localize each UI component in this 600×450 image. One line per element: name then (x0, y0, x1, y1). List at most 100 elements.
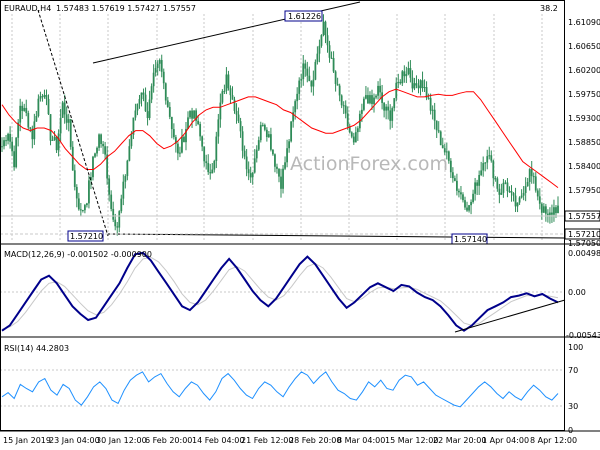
candle-body (88, 180, 90, 204)
candle-body (453, 178, 456, 181)
candle-body (41, 96, 44, 98)
candle-body (352, 136, 355, 143)
macd-tick: -0.005439 (566, 331, 600, 340)
candle-body (470, 201, 472, 206)
candle-body (146, 111, 149, 119)
candle-body (112, 208, 115, 220)
candle-body (207, 163, 210, 173)
candle-body (449, 160, 452, 173)
low-right-label: 1.57140 (454, 235, 487, 244)
candle-body (71, 146, 74, 171)
candle-body (13, 151, 16, 168)
candle-body (460, 192, 462, 195)
candle-body (462, 194, 464, 201)
price-axis: 1.61090 1.60650 1.60200 1.59750 1.59300 … (564, 18, 600, 248)
candle-body (496, 178, 499, 189)
candle-body (336, 83, 339, 86)
candle-body (276, 166, 278, 169)
candle-body (330, 57, 333, 59)
price-tick: 1.58850 (568, 138, 600, 147)
time-tick: 23 Jan 04:00 (49, 436, 100, 445)
candle-body (417, 85, 420, 89)
candle-body (468, 205, 470, 211)
time-axis: 15 Jan 2019 23 Jan 04:00 30 Jan 12:00 6 … (3, 436, 577, 445)
candle-body (168, 106, 171, 117)
candle-body (458, 190, 460, 193)
candle-body (142, 92, 145, 95)
candle-body (294, 101, 297, 113)
candle-body (243, 150, 246, 157)
candle-body (280, 176, 282, 189)
candle-body (447, 151, 450, 161)
candle-body (522, 192, 525, 196)
candle-body (498, 188, 501, 195)
candle-body (92, 156, 94, 178)
candle-body (409, 68, 412, 78)
candle-body (534, 176, 537, 191)
candle-body (435, 120, 438, 131)
candle-body (439, 131, 442, 146)
candle-body (83, 205, 86, 211)
candle-body (189, 110, 191, 118)
candle-body (385, 106, 388, 111)
candle-body (213, 160, 216, 170)
candle-body (156, 63, 159, 69)
rsi-tick: 70 (568, 366, 578, 375)
candle-body (211, 169, 214, 174)
candle-body (122, 181, 125, 199)
candle-body (158, 60, 161, 64)
candle-body (144, 94, 147, 112)
candle-body (231, 95, 234, 100)
candle-body (354, 132, 357, 143)
candle-body (474, 182, 477, 194)
candle-body (11, 141, 14, 152)
candle-body (193, 110, 195, 119)
candle-body (136, 103, 139, 111)
candle-body (290, 121, 293, 142)
candle-body (405, 74, 408, 77)
ohlc-values: 1.57483 1.57619 1.57427 1.57557 (56, 4, 196, 13)
low-left-label: 1.57210 (70, 232, 103, 241)
candle-body (506, 182, 509, 192)
candle-body (510, 191, 513, 193)
candle-body (445, 151, 448, 153)
candle-body (21, 105, 24, 111)
candle-body (205, 161, 208, 164)
price-tick: 1.60650 (568, 42, 600, 51)
candle-body (342, 105, 345, 107)
rsi-title: RSI(14) 44.2803 (4, 344, 69, 353)
candle-body (375, 95, 377, 98)
candle-body (419, 80, 422, 89)
candle-body (356, 128, 359, 133)
candle-body (322, 21, 325, 36)
candle-body (152, 72, 155, 87)
candle-body (164, 83, 167, 101)
candle-body (209, 172, 212, 174)
candle-body (126, 160, 129, 177)
candle-body (27, 113, 30, 128)
candle-body (536, 190, 539, 197)
candle-body (494, 178, 497, 180)
current-price-label: 1.57557 (568, 212, 600, 221)
candle-body (221, 91, 224, 103)
candle-body (387, 106, 390, 111)
candle-body (272, 149, 274, 155)
candle-body (118, 211, 121, 228)
candle-body (37, 98, 40, 117)
candle-body (160, 60, 163, 72)
time-tick: 22 Mar 20:00 (433, 436, 486, 445)
candle-body (5, 140, 7, 142)
candle-body (114, 219, 117, 227)
candle-body (464, 200, 466, 208)
candle-body (379, 85, 381, 93)
candle-body (544, 206, 547, 214)
candle-body (482, 163, 485, 171)
candle-body (542, 206, 545, 213)
candle-body (443, 148, 446, 153)
candle-body (215, 136, 218, 161)
price-tick: 1.59300 (568, 114, 600, 123)
watermark: ActionForex.com (290, 153, 448, 175)
candle-body (253, 158, 256, 173)
candle-body (247, 169, 250, 174)
candle-body (344, 105, 347, 114)
